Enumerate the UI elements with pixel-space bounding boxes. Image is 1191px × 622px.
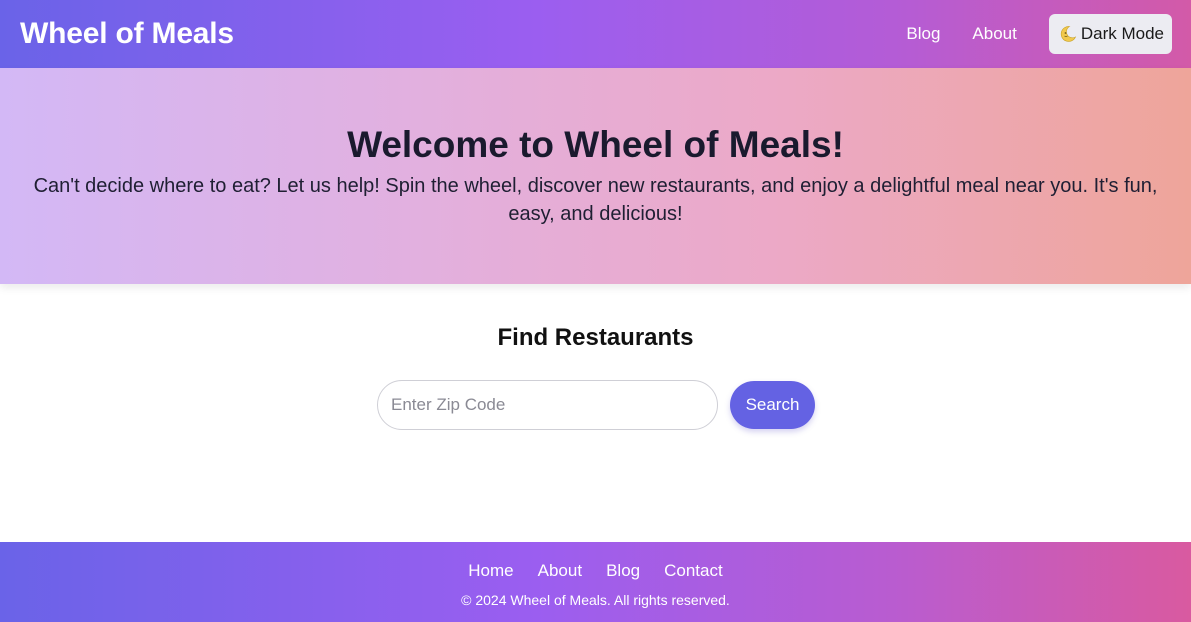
site-logo[interactable]: Wheel of Meals	[20, 17, 234, 51]
footer-link-home[interactable]: Home	[468, 561, 513, 581]
footer-link-contact[interactable]: Contact	[664, 561, 723, 581]
zip-code-input[interactable]	[377, 380, 718, 430]
main-nav: Blog About Dark Mode	[906, 14, 1172, 54]
site-footer: Home About Blog Contact © 2024 Wheel of …	[0, 542, 1191, 622]
copyright-text: © 2024 Wheel of Meals. All rights reserv…	[461, 592, 730, 608]
footer-nav: Home About Blog Contact	[0, 561, 1191, 581]
footer-link-about[interactable]: About	[538, 561, 582, 581]
hero-title: Welcome to Wheel of Meals!	[347, 124, 844, 165]
top-navbar: Wheel of Meals Blog About Dark Mode	[0, 0, 1191, 68]
dark-mode-button[interactable]: Dark Mode	[1048, 14, 1172, 54]
dark-mode-label: Dark Mode	[1080, 24, 1164, 43]
nav-link-blog[interactable]: Blog	[906, 24, 940, 44]
footer-link-blog[interactable]: Blog	[606, 561, 640, 581]
moon-icon	[1059, 25, 1077, 43]
nav-link-about[interactable]: About	[972, 24, 1016, 44]
hero-description: Can't decide where to eat? Let us help! …	[33, 175, 1158, 225]
hero-banner: Welcome to Wheel of Meals! Can't decide …	[0, 68, 1191, 284]
find-restaurants-heading: Find Restaurants	[497, 324, 694, 351]
search-button[interactable]: Search	[730, 381, 815, 429]
